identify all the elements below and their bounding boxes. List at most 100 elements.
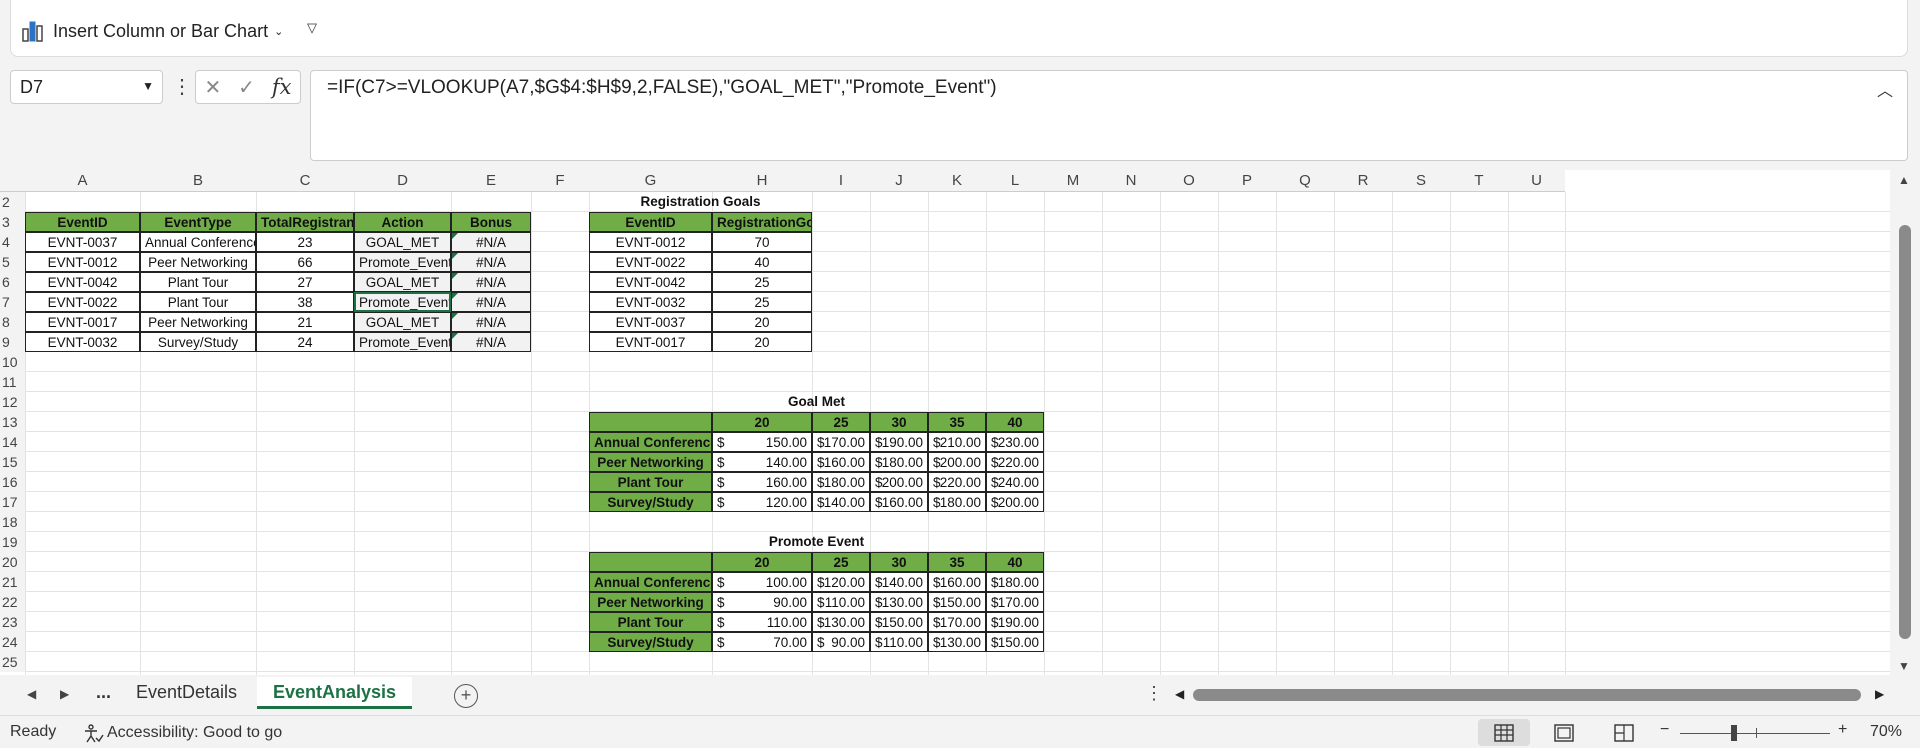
row-label-cell[interactable]: Survey/Study [589,632,712,652]
currency-cell[interactable]: $150.00 [870,612,928,632]
column-header-l[interactable]: L [986,170,1044,192]
name-box[interactable]: D7 ▼ [10,70,163,104]
table-header-cell[interactable]: 25 [812,412,870,432]
table-cell[interactable]: 20 [712,312,812,332]
select-all-corner[interactable] [0,170,25,192]
table-cell[interactable]: 27 [256,272,354,292]
formula-input[interactable]: =IF(C7>=VLOOKUP(A7,$G$4:$H$9,2,FALSE),"G… [310,70,1908,161]
row-header-25[interactable]: 25 [0,652,25,672]
table-header-cell[interactable]: 35 [928,552,986,572]
table-cell[interactable]: GOAL_MET [354,232,451,252]
worksheet-grid[interactable]: A B C D E F G H I J K L M N O P Q R S T U 2 3 4 5 6 7 8 9 10 11 12 13 14 1… [0,170,1890,675]
zoom-track[interactable] [1680,733,1830,734]
column-header-k[interactable]: K [928,170,986,192]
row-header-18[interactable]: 18 [0,512,25,532]
row-header-21[interactable]: 21 [0,572,25,592]
table-cell[interactable]: 23 [256,232,354,252]
column-header-n[interactable]: N [1102,170,1160,192]
ribbon-options-icon[interactable]: ▽ [307,20,317,36]
goal-met-title[interactable]: Goal Met [589,392,1044,412]
insert-function-icon[interactable]: fx [272,75,292,99]
table-cell[interactable]: #N/A [451,272,531,292]
currency-cell[interactable]: $160.00 [712,472,812,492]
currency-cell[interactable]: $150.00 [986,632,1044,652]
zoom-out-icon[interactable]: − [1660,721,1669,739]
row-header-6[interactable]: 6 [0,272,25,292]
zoom-slider-knob[interactable] [1731,725,1737,741]
currency-cell[interactable]: $140.00 [812,492,870,512]
table-cell[interactable]: EVNT-0022 [589,252,712,272]
zoom-in-icon[interactable]: + [1838,721,1847,739]
row-header-13[interactable]: 13 [0,412,25,432]
currency-cell[interactable]: $140.00 [870,572,928,592]
table-cell[interactable]: 25 [712,292,812,312]
row-header-20[interactable]: 20 [0,552,25,572]
table-header-cell[interactable]: 35 [928,412,986,432]
table-cell[interactable]: Promote_Event [354,292,451,312]
table-cell[interactable]: Survey/Study [140,332,256,352]
currency-cell[interactable]: $120.00 [812,572,870,592]
row-label-cell[interactable]: Peer Networking [589,452,712,472]
row-header-19[interactable]: 19 [0,532,25,552]
currency-cell[interactable]: $130.00 [812,612,870,632]
row-header-8[interactable]: 8 [0,312,25,332]
row-header-16[interactable]: 16 [0,472,25,492]
currency-cell[interactable]: $200.00 [986,492,1044,512]
collapse-formula-bar-icon[interactable]: ︿ [1877,77,1893,101]
row-header-14[interactable]: 14 [0,432,25,452]
table-cell[interactable]: #N/A [451,252,531,272]
add-sheet-icon[interactable]: + [454,684,478,708]
scroll-left-icon[interactable]: ◀ [1175,687,1184,701]
table-header-cell[interactable]: 40 [986,412,1044,432]
row-label-cell[interactable]: Survey/Study [589,492,712,512]
currency-cell[interactable]: $120.00 [712,492,812,512]
table-header-cell[interactable]: EventID [25,212,140,232]
column-header-g[interactable]: G [589,170,712,192]
more-options-icon[interactable]: ⋮ [1145,683,1163,704]
column-header-s[interactable]: S [1392,170,1450,192]
table-cell[interactable]: EVNT-0017 [589,332,712,352]
tab-eventanalysis[interactable]: EventAnalysis [257,677,413,709]
table-header-cell[interactable]: 25 [812,552,870,572]
table-header-cell[interactable]: 20 [712,552,812,572]
currency-cell[interactable]: $190.00 [870,432,928,452]
page-layout-view-button[interactable] [1538,719,1590,746]
table-cell[interactable]: Plant Tour [140,272,256,292]
table-cell[interactable]: 38 [256,292,354,312]
scroll-down-icon[interactable]: ▼ [1898,659,1910,673]
table-cell[interactable]: EVNT-0032 [25,332,140,352]
currency-cell[interactable]: $90.00 [812,632,870,652]
column-header-p[interactable]: P [1218,170,1276,192]
next-sheet-icon[interactable]: ▶ [60,687,69,701]
column-header-f[interactable]: F [531,170,589,192]
currency-cell[interactable]: $240.00 [986,472,1044,492]
column-header-i[interactable]: I [812,170,870,192]
currency-cell[interactable]: $140.00 [712,452,812,472]
row-header-3[interactable]: 3 [0,212,25,232]
row-label-cell[interactable]: Plant Tour [589,472,712,492]
column-header-a[interactable]: A [25,170,140,192]
row-header-24[interactable]: 24 [0,632,25,652]
table-header-cell[interactable]: 30 [870,552,928,572]
column-header-j[interactable]: J [870,170,928,192]
currency-cell[interactable]: $130.00 [870,592,928,612]
table-cell[interactable]: Annual Conference [140,232,256,252]
table-cell[interactable]: 24 [256,332,354,352]
row-header-11[interactable]: 11 [0,372,25,392]
row-header-22[interactable]: 22 [0,592,25,612]
registration-goals-title[interactable]: Registration Goals [589,192,812,212]
table-cell[interactable]: EVNT-0022 [25,292,140,312]
currency-cell[interactable]: $110.00 [870,632,928,652]
row-header-15[interactable]: 15 [0,452,25,472]
table-cell[interactable]: EVNT-0012 [589,232,712,252]
table-header-cell[interactable]: TotalRegistrants [256,212,354,232]
zoom-level[interactable]: 70% [1870,723,1902,741]
row-header-7[interactable]: 7 [0,292,25,312]
cancel-icon[interactable]: ✕ [204,75,221,100]
column-header-o[interactable]: O [1160,170,1218,192]
currency-cell[interactable]: $170.00 [928,612,986,632]
row-label-cell[interactable]: Plant Tour [589,612,712,632]
table-cell[interactable]: #N/A [451,332,531,352]
row-header-5[interactable]: 5 [0,252,25,272]
row-header-12[interactable]: 12 [0,392,25,412]
